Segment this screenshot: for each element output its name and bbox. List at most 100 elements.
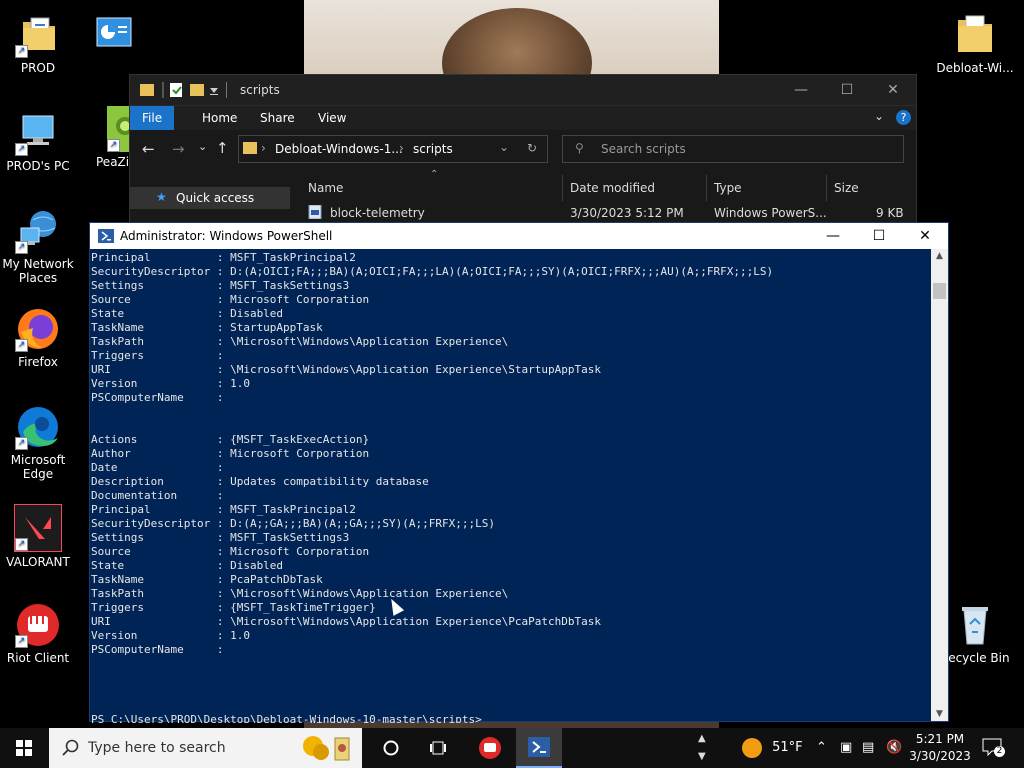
desktop-icon-label: Riot Client — [6, 651, 70, 665]
taskbar-scroll-arrows[interactable]: ▲ ▼ — [698, 730, 706, 766]
console-line: PSComputerName : — [91, 391, 224, 404]
search-placeholder: Search scripts — [601, 142, 686, 156]
clock-time: 5:21 PM — [915, 732, 965, 746]
taskbar-clock[interactable]: 5:21 PM 3/30/2023 — [900, 731, 980, 765]
control-panel-icon — [91, 12, 137, 58]
desktop-icon-firefox[interactable]: ↗ Firefox — [0, 306, 76, 369]
column-type[interactable]: Type — [714, 181, 742, 195]
search-box[interactable]: ⚲ Search scripts — [562, 135, 904, 163]
powershell-maximize-button[interactable]: ☐ — [856, 223, 902, 249]
powershell-minimize-button[interactable]: — — [810, 223, 856, 249]
breadcrumb-debloat[interactable]: Debloat-Windows-1... — [275, 142, 403, 156]
file-row[interactable]: block-telemetry 3/30/2023 5:12 PM Window… — [296, 203, 916, 223]
cortana-button[interactable] — [368, 728, 414, 768]
ribbon-tab-share[interactable]: Share — [248, 106, 307, 130]
console-line: SecurityDescriptor : D:(A;;GA;;;BA)(A;;G… — [91, 517, 495, 530]
help-icon[interactable]: ? — [896, 110, 911, 125]
network-globe-icon: ↗ — [15, 208, 61, 254]
wallpaper-photo — [304, 0, 719, 80]
network-icon[interactable]: ▤ — [862, 728, 874, 768]
desktop-icon-debloat-folder[interactable]: Debloat-Wi... — [936, 12, 1014, 75]
shortcut-arrow-icon: ↗ — [15, 538, 28, 551]
scrollbar-thumb[interactable] — [933, 283, 946, 299]
console-line: TaskName : PcaPatchDbTask — [91, 573, 323, 586]
powershell-icon — [98, 229, 114, 243]
shortcut-arrow-icon: ↗ — [15, 241, 28, 254]
show-hidden-icons-chevron-icon[interactable]: ⌃ — [816, 728, 827, 768]
console-line: TaskPath : \Microsoft\Windows\Applicatio… — [91, 335, 509, 348]
desktop-icon-control-panel[interactable] — [76, 12, 152, 61]
folder-icon — [952, 12, 998, 58]
powershell-close-button[interactable]: ✕ — [902, 223, 948, 249]
explorer-title-bar[interactable]: scripts — ☐ ✕ — [130, 75, 916, 105]
shortcut-arrow-icon: ↗ — [15, 143, 28, 156]
powershell-title-bar[interactable]: Administrator: Windows PowerShell — ☐ ✕ — [90, 223, 948, 249]
notification-center-button[interactable]: 2 — [982, 738, 1005, 757]
desktop-icon-this-pc[interactable]: ↗ PROD's PC — [0, 110, 76, 173]
desktop-icon-edge[interactable]: ↗ Microsoft Edge — [0, 404, 76, 481]
powershell-scrollbar[interactable]: ▲ ▼ — [931, 249, 948, 721]
console-line: SecurityDescriptor : D:(A;OICI;FA;;;BA)(… — [91, 265, 774, 278]
file-date: 3/30/2023 5:12 PM — [570, 206, 684, 220]
powershell-icon — [528, 737, 550, 757]
start-button[interactable] — [0, 728, 48, 768]
desktop-icon-valorant[interactable]: ↗ VALORANT — [0, 504, 76, 569]
powershell-console-output[interactable]: Principal : MSFT_TaskPrincipal2 SecurityD… — [90, 249, 931, 723]
computer-icon: ↗ — [15, 110, 61, 156]
scroll-up-arrow-icon[interactable]: ▲ — [931, 249, 948, 263]
explorer-minimize-button[interactable]: — — [778, 75, 824, 105]
console-line: Actions : {MSFT_TaskExecAction} — [91, 433, 370, 446]
firefox-icon: ↗ — [15, 306, 61, 352]
explorer-maximize-button[interactable]: ☐ — [824, 75, 870, 105]
column-size[interactable]: Size — [834, 181, 859, 195]
sun-icon — [742, 737, 762, 758]
breadcrumb-separator-icon: › — [399, 141, 404, 155]
folder-icon: ↗ — [15, 12, 61, 58]
desktop-icon-prod[interactable]: ↗ PROD — [0, 12, 76, 75]
ribbon-expand-chevron-icon[interactable]: ⌄ — [874, 109, 884, 123]
ribbon-tab-file[interactable]: File — [130, 106, 175, 130]
weather-temperature: 51°F — [772, 740, 803, 755]
ribbon-tab-view[interactable]: View — [306, 106, 358, 130]
prompt-text: PS C:\Users\PROD\Desktop\Debloat-Windows… — [91, 713, 489, 723]
taskbar-powershell[interactable] — [516, 728, 562, 768]
column-date-modified[interactable]: Date modified — [570, 181, 655, 195]
nav-item-quick-access[interactable]: ★ Quick access — [130, 187, 290, 209]
file-name: block-telemetry — [330, 206, 425, 220]
weather-widget[interactable]: 51°F — [742, 728, 803, 768]
desktop-icon-network[interactable]: ↗ My Network Places — [0, 208, 76, 285]
taskbar-search-box[interactable]: Type here to search — [49, 728, 362, 768]
scroll-down-arrow-icon[interactable]: ▼ — [931, 707, 948, 721]
address-bar[interactable]: › Debloat-Windows-1... › scripts ⌄ ↻ — [238, 135, 548, 163]
file-type: Windows PowerS... — [714, 206, 827, 220]
console-line: Source : Microsoft Corporation — [91, 545, 370, 558]
powershell-window[interactable]: Administrator: Windows PowerShell — ☐ ✕ … — [89, 222, 949, 723]
taskbar-riot-client[interactable] — [466, 728, 512, 768]
console-line: Triggers : {MSFT_TaskTimeTrigger} — [91, 601, 376, 614]
file-explorer-window[interactable]: scripts — ☐ ✕ File Home Share View ⌄ ? ←… — [129, 74, 917, 236]
up-arrow-icon[interactable]: ↑ — [216, 139, 229, 157]
forward-arrow-icon[interactable]: → — [172, 140, 185, 158]
breadcrumb-scripts[interactable]: scripts — [413, 142, 453, 156]
console-line: PSComputerName : — [91, 643, 224, 656]
ribbon-tab-home[interactable]: Home — [190, 106, 249, 130]
console-line: Version : 1.0 — [91, 377, 250, 390]
address-dropdown-chevron-icon[interactable]: ⌄ — [499, 140, 509, 154]
explorer-close-button[interactable]: ✕ — [870, 75, 916, 105]
column-name[interactable]: Name — [308, 181, 343, 195]
console-prompt[interactable]: PS C:\Users\PROD\Desktop\Debloat-Windows… — [91, 713, 931, 723]
refresh-icon[interactable]: ↻ — [527, 141, 537, 155]
desktop-icon-label: My Network Places — [2, 257, 74, 285]
task-view-button[interactable] — [416, 728, 462, 768]
desktop-icon-label: Microsoft Edge — [10, 453, 66, 481]
meet-now-icon[interactable]: ▣ — [840, 728, 852, 768]
recent-locations-chevron-icon[interactable]: ⌄ — [198, 140, 207, 153]
desktop-icon-label: PROD — [20, 61, 56, 75]
file-size: 9 KB — [876, 206, 904, 220]
desktop-icon-riot-client[interactable]: ↗ Riot Client — [0, 602, 76, 665]
back-arrow-icon[interactable]: ← — [142, 140, 155, 158]
console-line: Settings : MSFT_TaskSettings3 — [91, 279, 350, 292]
